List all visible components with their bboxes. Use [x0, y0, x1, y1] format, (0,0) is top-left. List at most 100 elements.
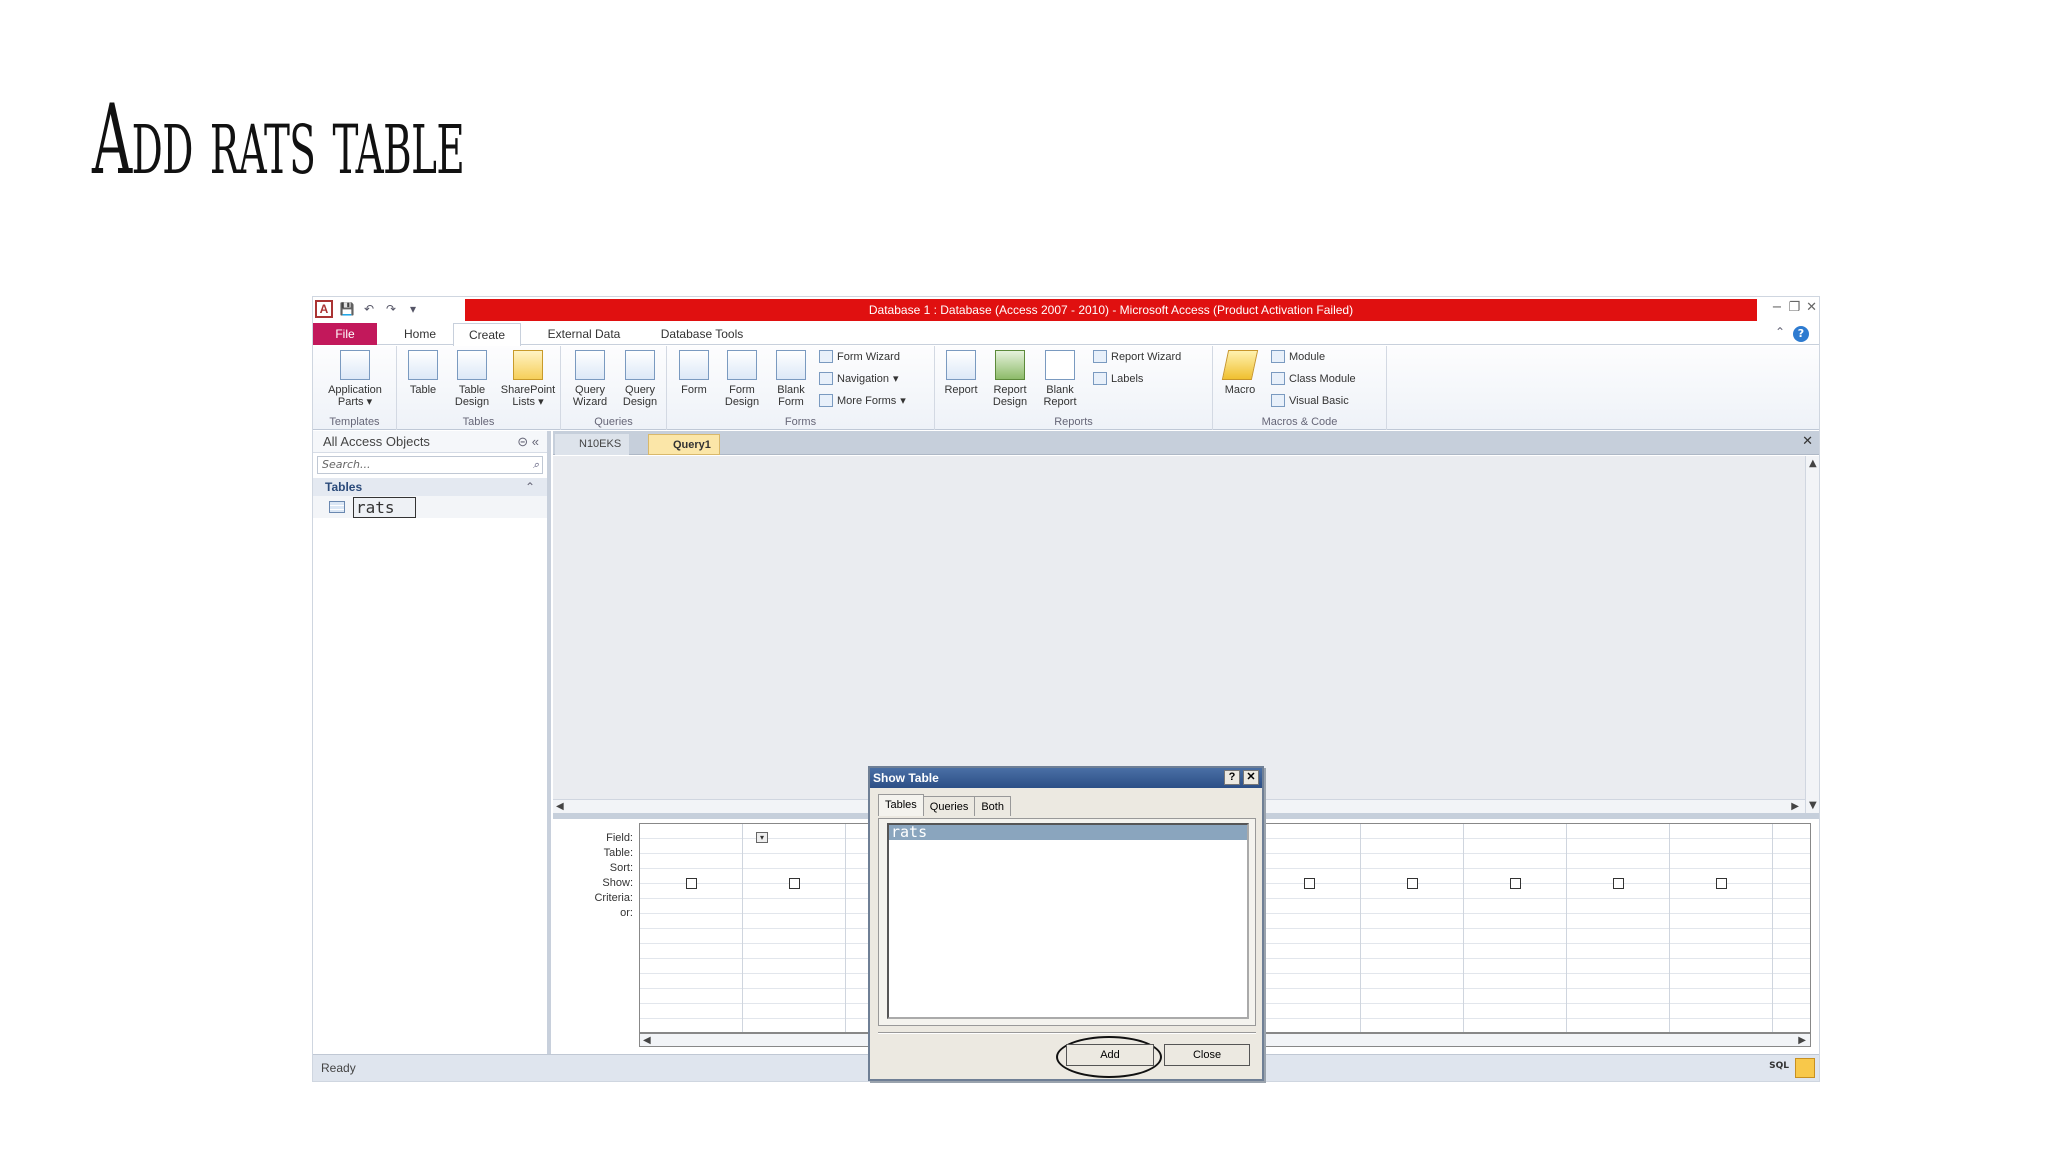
form-wizard-button[interactable]: Form Wizard [819, 350, 900, 363]
nav-item-rats[interactable]: rats [313, 496, 547, 518]
report-wizard-button[interactable]: Report Wizard [1093, 350, 1181, 363]
module-button[interactable]: Module [1271, 350, 1325, 363]
save-icon[interactable]: 💾 [339, 301, 355, 317]
help-icon[interactable]: ? [1793, 326, 1809, 342]
query-design-button[interactable]: Query Design [617, 350, 663, 408]
scroll-right-icon[interactable]: ▶ [1791, 801, 1799, 812]
nav-pane-header[interactable]: All Access Objects ⊝ « [313, 431, 547, 453]
tab-database-tools[interactable]: Database Tools [647, 323, 757, 345]
close-button[interactable]: Close [1164, 1044, 1250, 1066]
table-icon [408, 350, 438, 380]
search-icon: ⌕ [532, 458, 539, 471]
table-design-icon [457, 350, 487, 380]
group-forms: Form Form Design Blank Form Form Wizard … [667, 346, 935, 430]
group-label: Forms [784, 416, 817, 428]
nav-section-tables[interactable]: Tables ⌃ [313, 478, 547, 496]
scroll-right-icon[interactable]: ▶ [1798, 1035, 1806, 1046]
show-checkbox[interactable] [1407, 878, 1418, 889]
report-design-icon [995, 350, 1025, 380]
design-view-icon[interactable] [1795, 1058, 1815, 1078]
dialog-tabs: Tables Queries Both [878, 794, 1011, 818]
window-controls: − ❐ ✕ [1772, 300, 1817, 315]
group-label: Queries [594, 416, 633, 428]
restore-icon[interactable]: ❐ [1788, 300, 1800, 315]
tab-external-data[interactable]: External Data [529, 323, 639, 345]
application-parts-icon [340, 350, 370, 380]
ribbon: Application Parts ▾ Templates Table Tabl… [313, 346, 1819, 430]
ribbon-tabs: File Home Create External Data Database … [313, 323, 1819, 346]
tab-both[interactable]: Both [974, 796, 1011, 816]
table-button[interactable]: Table [401, 350, 445, 396]
nav-item-label: rats [353, 496, 416, 518]
table-design-button[interactable]: Table Design [449, 350, 495, 408]
tab-file[interactable]: File [313, 323, 377, 345]
scroll-up-icon[interactable]: ▲ [1809, 458, 1817, 469]
help-icon[interactable]: ? [1224, 770, 1240, 785]
slide-title: Add rats table [92, 84, 465, 196]
group-label: Templates [329, 416, 380, 428]
form-design-button[interactable]: Form Design [719, 350, 765, 408]
table-list[interactable]: rats [887, 823, 1249, 1019]
field-dropdown-icon[interactable]: ▾ [756, 832, 768, 843]
minimize-ribbon-icon[interactable]: ⌃ [1775, 325, 1785, 339]
sharepoint-lists-button[interactable]: SharePoint Lists ▾ [497, 350, 559, 408]
show-checkbox[interactable] [1304, 878, 1315, 889]
redo-icon[interactable]: ↷ [383, 301, 399, 317]
more-forms-button[interactable]: More Forms ▾ [819, 394, 906, 407]
close-window-icon[interactable]: ✕ [1806, 300, 1817, 315]
blank-report-button[interactable]: Blank Report [1037, 350, 1083, 408]
visual-basic-button[interactable]: Visual Basic [1271, 394, 1349, 407]
access-logo-icon: A [315, 300, 333, 318]
nav-collapse-icon[interactable]: ⊝ « [517, 431, 539, 453]
divider [878, 1032, 1256, 1034]
list-item-rats[interactable]: rats [889, 825, 1247, 840]
tab-query1[interactable]: Query1 [648, 434, 720, 455]
blank-form-icon [776, 350, 806, 380]
quick-access-toolbar: A 💾 ↶ ↷ ▾ [315, 300, 421, 318]
macro-icon [1221, 350, 1259, 380]
tab-queries[interactable]: Queries [922, 796, 976, 816]
application-parts-button[interactable]: Application Parts ▾ [319, 350, 391, 408]
tab-home[interactable]: Home [389, 323, 451, 345]
sql-view-button[interactable]: SQL [1769, 1061, 1789, 1071]
more-forms-icon [819, 394, 833, 407]
show-checkbox[interactable] [1613, 878, 1624, 889]
navigation-pane: All Access Objects ⊝ « Search... ⌕ Table… [313, 431, 551, 1054]
nav-search-input[interactable]: Search... ⌕ [317, 456, 543, 474]
form-button[interactable]: Form [673, 350, 715, 396]
labels-icon [1093, 372, 1107, 385]
group-label: Tables [462, 416, 495, 428]
report-icon [946, 350, 976, 380]
group-reports: Report Report Design Blank Report Report… [935, 346, 1213, 430]
tab-create[interactable]: Create [453, 323, 521, 346]
tab-tables[interactable]: Tables [878, 794, 924, 816]
show-checkbox[interactable] [686, 878, 697, 889]
table-pane[interactable]: ▲ ▼ ◀ ▶ [553, 456, 1819, 813]
chevron-up-icon: ⌃ [524, 480, 535, 494]
undo-icon[interactable]: ↶ [361, 301, 377, 317]
blank-form-button[interactable]: Blank Form [769, 350, 813, 408]
class-module-icon [1271, 372, 1285, 385]
customize-qat-icon[interactable]: ▾ [405, 301, 421, 317]
navigation-button[interactable]: Navigation ▾ [819, 372, 899, 385]
show-checkbox[interactable] [1510, 878, 1521, 889]
vertical-scrollbar[interactable]: ▲ ▼ [1805, 456, 1819, 813]
add-button[interactable]: Add [1066, 1044, 1154, 1066]
query-wizard-button[interactable]: Query Wizard [567, 350, 613, 408]
close-document-icon[interactable]: ✕ [1802, 434, 1813, 449]
tab-n10eks[interactable]: N10EKS [555, 434, 630, 455]
report-button[interactable]: Report [939, 350, 983, 396]
show-checkbox[interactable] [1716, 878, 1727, 889]
minimize-icon[interactable]: − [1772, 300, 1783, 315]
status-text: Ready [321, 1061, 356, 1075]
document-tabs: N10EKS Query1 ✕ [553, 431, 1819, 455]
close-icon[interactable]: ✕ [1243, 770, 1259, 785]
scroll-left-icon[interactable]: ◀ [643, 1035, 651, 1046]
scroll-left-icon[interactable]: ◀ [556, 801, 564, 812]
show-checkbox[interactable] [789, 878, 800, 889]
scroll-down-icon[interactable]: ▼ [1809, 800, 1817, 811]
class-module-button[interactable]: Class Module [1271, 372, 1356, 385]
labels-button[interactable]: Labels [1093, 372, 1143, 385]
macro-button[interactable]: Macro [1217, 350, 1263, 396]
report-design-button[interactable]: Report Design [987, 350, 1033, 408]
